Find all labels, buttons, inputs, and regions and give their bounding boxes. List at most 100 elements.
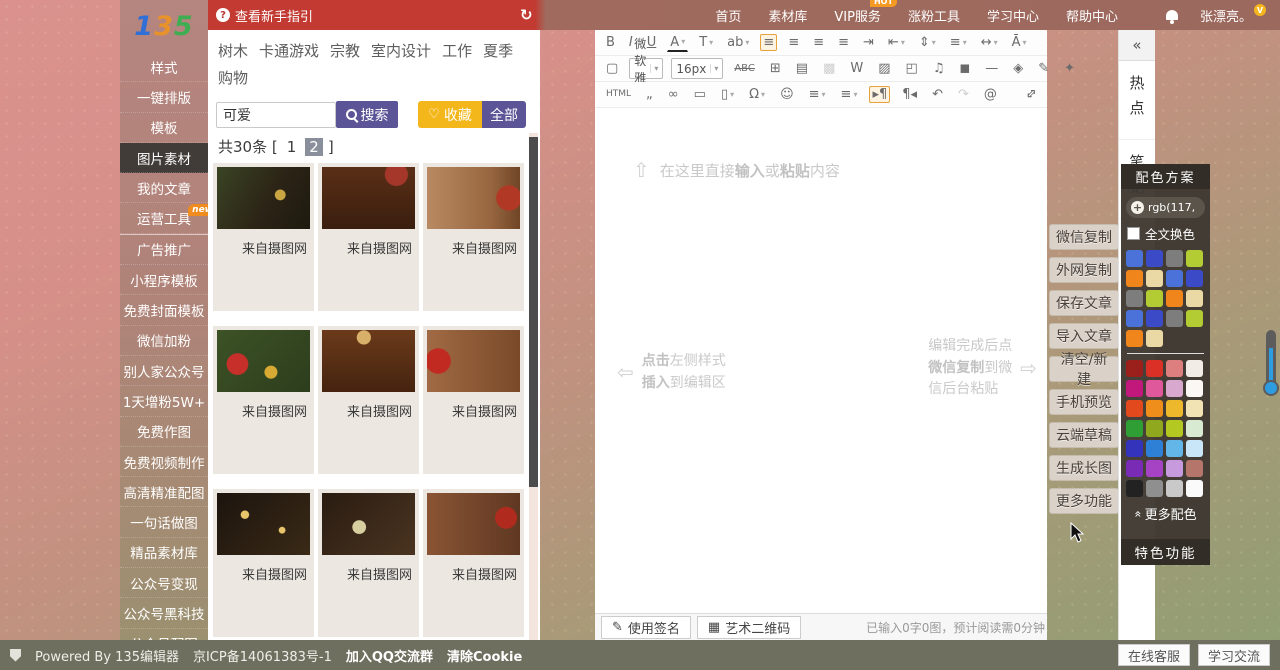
sidebar-item[interactable]: 高清精准配图	[120, 477, 208, 507]
nav-vip-service[interactable]: VIP服务HOT	[834, 6, 881, 25]
sidebar-item[interactable]: 我的文章	[120, 173, 208, 203]
nav-help-center[interactable]: 帮助中心	[1066, 6, 1118, 25]
refresh-icon[interactable]: ↻	[520, 6, 533, 24]
image-card[interactable]: 来自摄图网	[318, 326, 419, 474]
color-swatch[interactable]	[1166, 400, 1183, 417]
color-swatch[interactable]	[1186, 400, 1203, 417]
color-swatch[interactable]	[1126, 400, 1143, 417]
align-justify[interactable]: ≡	[835, 34, 852, 51]
image-placeholder[interactable]: ▤	[793, 60, 811, 77]
color-swatch[interactable]	[1126, 480, 1143, 497]
new-document[interactable]: ▢	[603, 60, 621, 77]
magic-wand[interactable]: ✦	[1061, 60, 1078, 77]
bold[interactable]: B	[603, 34, 618, 51]
tag-filter[interactable]: 卡通游戏	[259, 42, 319, 60]
mention[interactable]: @	[981, 86, 1000, 103]
color-swatch[interactable]	[1186, 360, 1203, 377]
color-swatch[interactable]	[1146, 250, 1163, 267]
color-swatch[interactable]	[1146, 330, 1163, 347]
color-swatch[interactable]	[1146, 480, 1163, 497]
indent-increase[interactable]: ⇥	[860, 34, 877, 51]
image-card[interactable]: 来自摄图网	[213, 163, 314, 311]
color-swatch[interactable]	[1146, 400, 1163, 417]
image-card[interactable]: 来自摄图网	[423, 326, 524, 474]
format-brush[interactable]: ✎	[1035, 60, 1052, 77]
paragraph-spacing[interactable]: ≡	[947, 34, 970, 51]
notification-bell-icon[interactable]	[1166, 10, 1178, 20]
color-swatch[interactable]	[1166, 290, 1183, 307]
cloud-draft-button[interactable]: 云端草稿	[1049, 422, 1119, 448]
nav-material-library[interactable]: 素材库	[768, 6, 807, 25]
color-swatch[interactable]	[1186, 420, 1203, 437]
table[interactable]: ⊞	[767, 60, 784, 77]
all-button[interactable]: 全部	[482, 101, 526, 128]
signature-bar[interactable]: ▭	[691, 86, 709, 103]
music[interactable]: ♫	[930, 60, 948, 77]
color-swatch[interactable]	[1146, 420, 1163, 437]
image-card[interactable]: 来自摄图网	[213, 489, 314, 637]
import-article-button[interactable]: 导入文章	[1049, 323, 1119, 349]
user-menu[interactable]: 张漂亮。 V	[1200, 6, 1266, 25]
color-swatch[interactable]	[1166, 270, 1183, 287]
color-swatch[interactable]	[1166, 250, 1183, 267]
scrollbar-thumb[interactable]	[529, 137, 538, 487]
screenshot[interactable]: ◰	[903, 60, 921, 77]
color-swatch[interactable]	[1126, 460, 1143, 477]
collapse-panel-button[interactable]: «	[1119, 30, 1155, 61]
sidebar-item[interactable]: 运营工具 new	[120, 203, 208, 233]
color-swatch[interactable]	[1126, 290, 1143, 307]
thermometer-bulb[interactable]	[1263, 380, 1279, 396]
nav-fans-tools[interactable]: 涨粉工具	[908, 6, 960, 25]
color-swatch[interactable]	[1186, 290, 1203, 307]
tag-filter[interactable]: 室内设计	[371, 42, 431, 60]
color-swatch[interactable]	[1126, 250, 1143, 267]
sidebar-item[interactable]: 免费封面模板	[120, 295, 208, 325]
sidebar-item[interactable]: 免费作图	[120, 417, 208, 447]
html-source[interactable]: HTML	[603, 88, 634, 101]
image-card[interactable]: 来自摄图网	[318, 489, 419, 637]
color-swatch[interactable]	[1146, 360, 1163, 377]
special-char[interactable]: Ω	[746, 86, 768, 103]
scroll-thermometer-slider[interactable]	[1266, 330, 1276, 388]
color-swatch[interactable]	[1166, 360, 1183, 377]
nav-learning-center[interactable]: 学习中心	[987, 6, 1039, 25]
word-import[interactable]: W	[847, 60, 866, 77]
color-swatch[interactable]	[1186, 380, 1203, 397]
sidebar-item[interactable]: 别人家公众号	[120, 356, 208, 386]
video[interactable]: ◼	[956, 60, 973, 77]
search-button[interactable]: 搜索	[336, 101, 398, 128]
online-support-button[interactable]: 在线客服	[1118, 644, 1190, 666]
color-swatch[interactable]	[1126, 420, 1143, 437]
color-swatch[interactable]	[1126, 380, 1143, 397]
learning-exchange-button[interactable]: 学习交流	[1198, 644, 1270, 666]
special-features-button[interactable]: 特色功能	[1121, 539, 1210, 565]
newbie-guide-link[interactable]: 查看新手指引	[235, 6, 313, 25]
font-size-select[interactable]: 16px	[671, 58, 723, 79]
color-swatch[interactable]	[1186, 460, 1203, 477]
tag-filter[interactable]: 夏季	[483, 42, 513, 60]
sidebar-item[interactable]: 一键排版	[120, 82, 208, 112]
clear-new-button[interactable]: 清空/新建	[1049, 356, 1119, 382]
tab-hotspots[interactable]: 热点	[1119, 61, 1155, 140]
image-card[interactable]: 来自摄图网	[423, 163, 524, 311]
use-signature-button[interactable]: ✎ 使用签名	[601, 616, 691, 639]
wechat-copy-button[interactable]: 微信复制	[1049, 224, 1119, 250]
align-center[interactable]: ≡	[785, 34, 802, 51]
ordered-list[interactable]: ≡	[806, 86, 829, 103]
color-swatch[interactable]	[1166, 480, 1183, 497]
paragraph-backward[interactable]: ¶◂	[899, 86, 920, 103]
sidebar-item[interactable]: 模板	[120, 113, 208, 143]
color-swatch[interactable]	[1186, 250, 1203, 267]
color-swatch[interactable]	[1166, 420, 1183, 437]
page-number[interactable]: 1	[283, 138, 301, 156]
insert-image[interactable]: ▨	[875, 60, 893, 77]
paste[interactable]: ▩	[820, 60, 838, 77]
template-card[interactable]: ▯	[718, 86, 737, 103]
blockquote[interactable]: „	[643, 86, 656, 103]
external-copy-button[interactable]: 外网复制	[1049, 257, 1119, 283]
image-card[interactable]: 来自摄图网	[213, 326, 314, 474]
save-article-button[interactable]: 保存文章	[1049, 290, 1119, 316]
color-swatch[interactable]	[1126, 440, 1143, 457]
sidebar-item[interactable]: 精品素材库	[120, 538, 208, 568]
hyperlink[interactable]: ∞	[665, 86, 682, 103]
